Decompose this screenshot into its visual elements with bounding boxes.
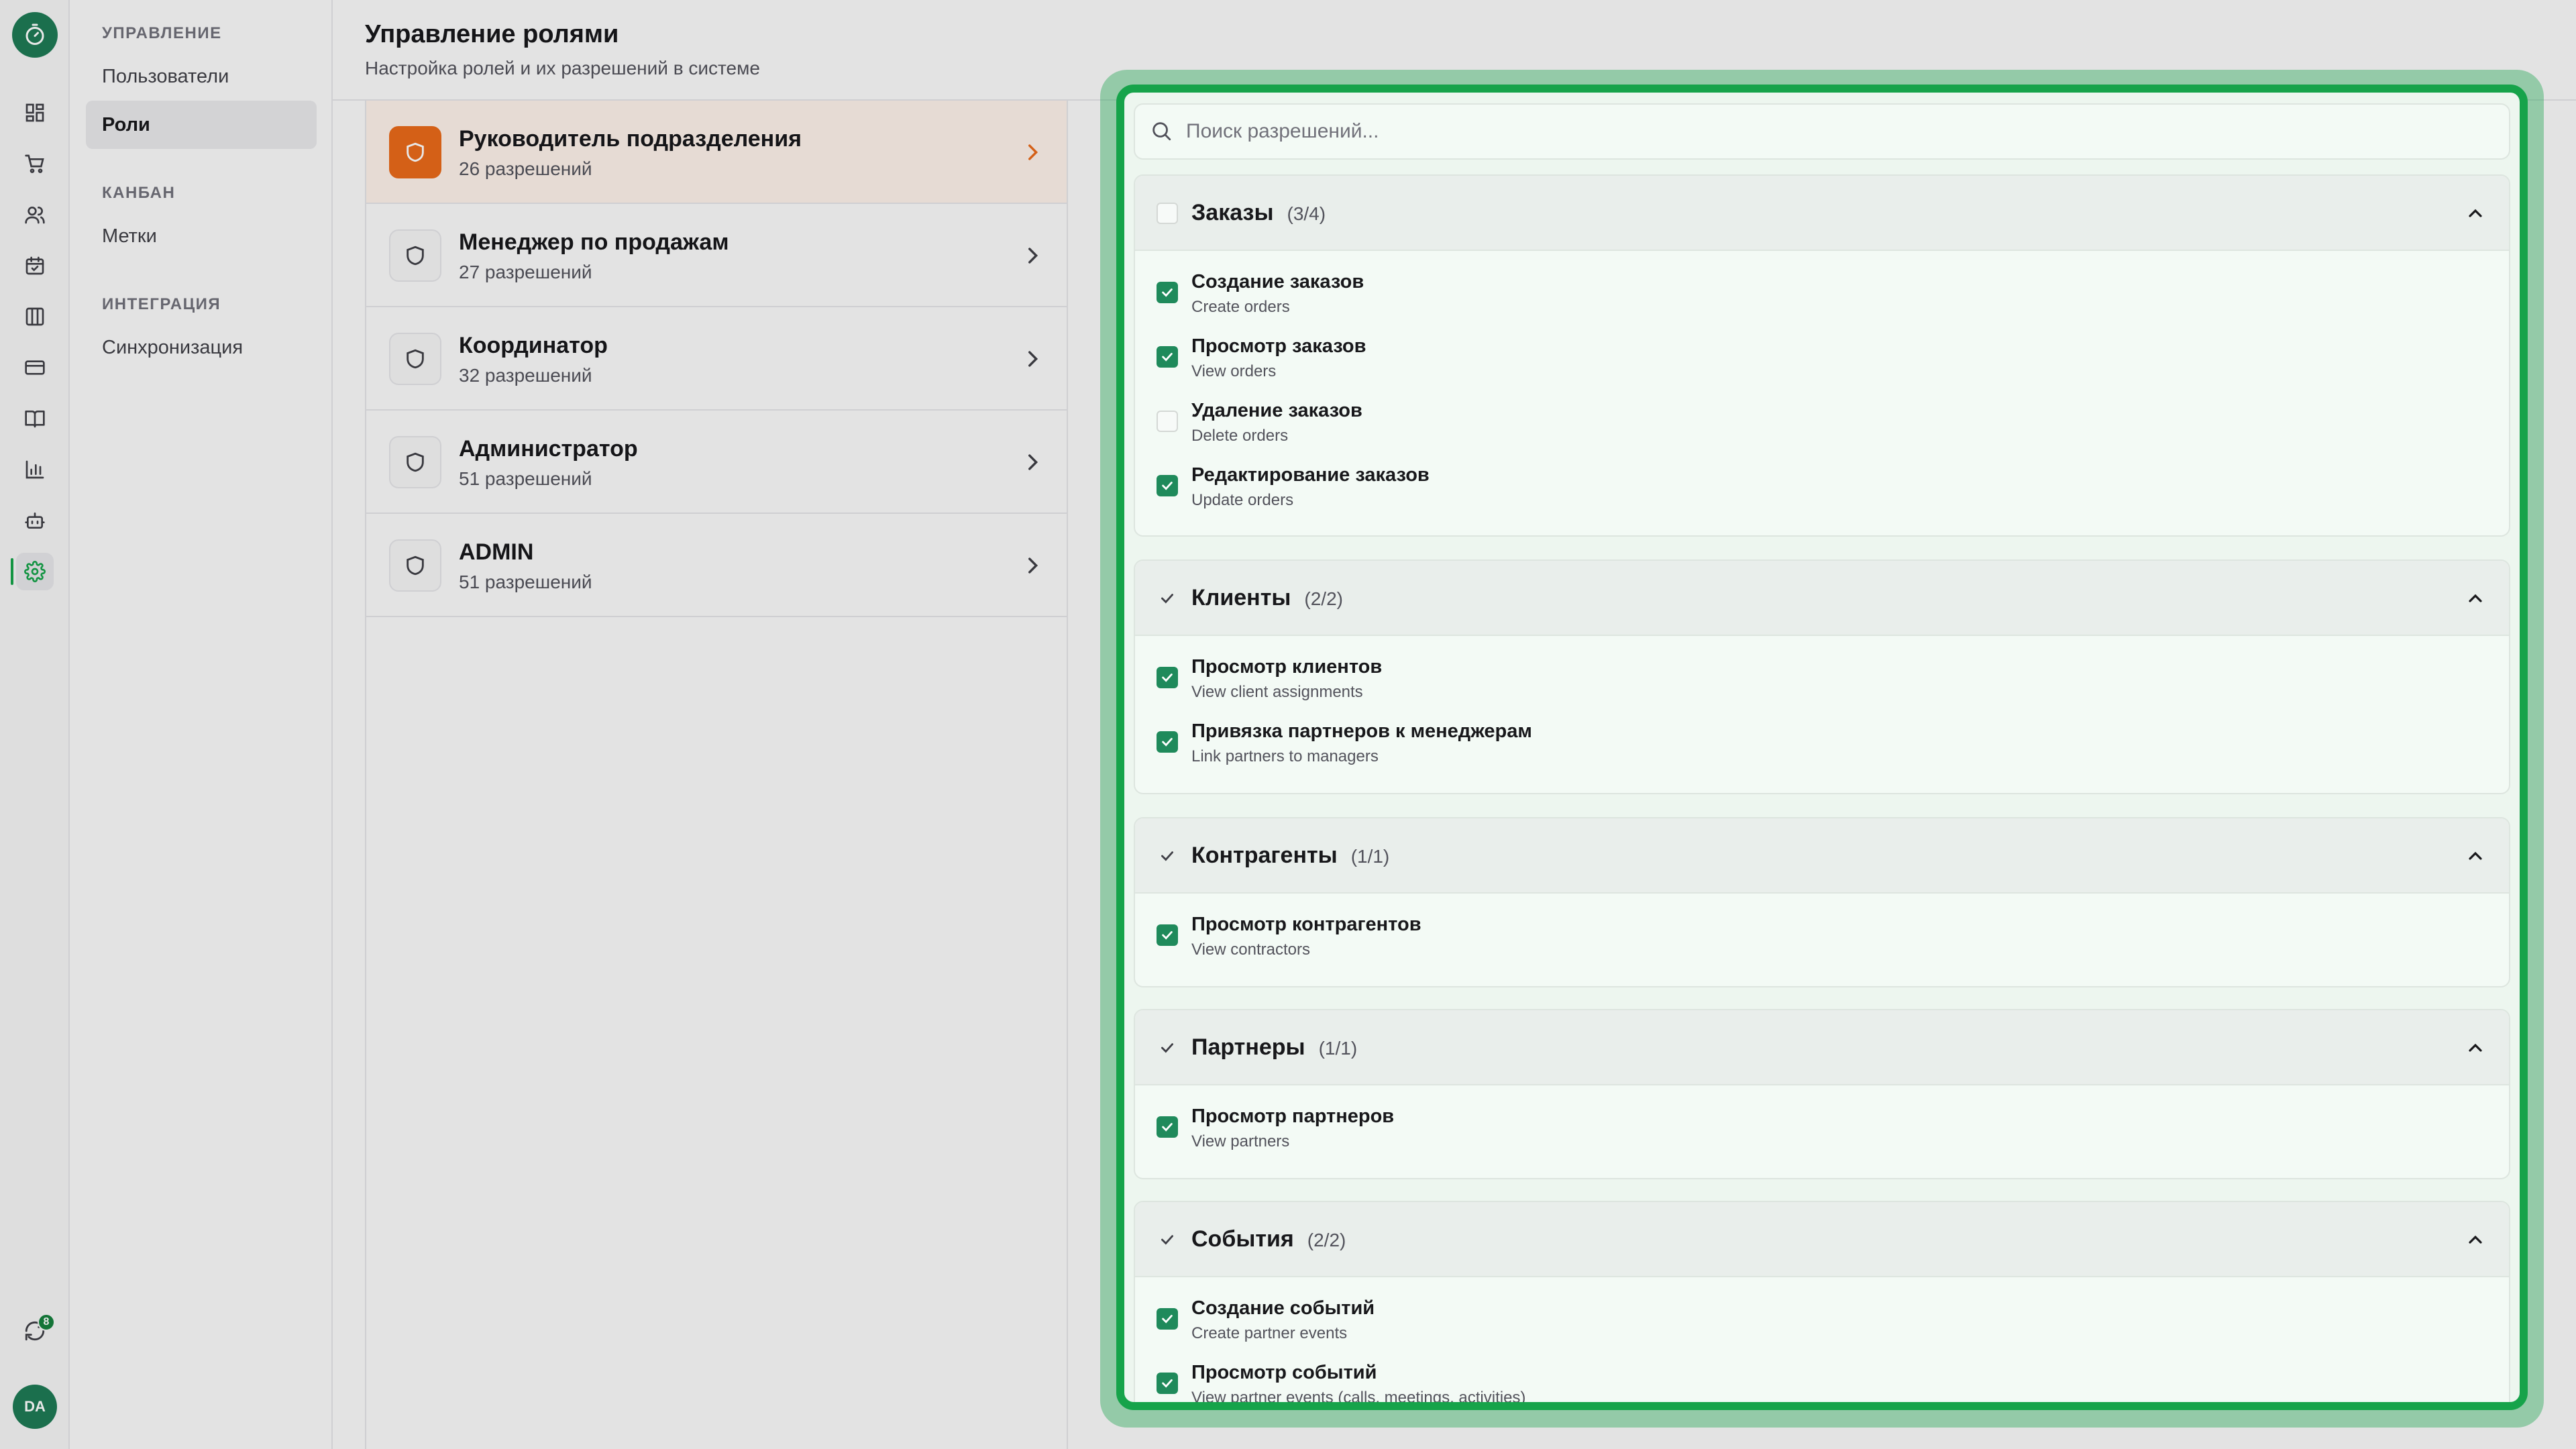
check-icon xyxy=(1162,738,1173,747)
permission-name: Просмотр событий xyxy=(1191,1362,1377,1383)
search-input[interactable] xyxy=(1186,105,2501,158)
permission-group: Партнеры (1/1) Просмотр партнеров View pa… xyxy=(1134,1009,2510,1179)
permission-item: Создание событий Create partner events xyxy=(1135,1291,2509,1351)
check-icon xyxy=(1161,1235,1173,1245)
permission-name: Привязка партнеров к менеджерам xyxy=(1191,720,1532,742)
check-icon xyxy=(1162,353,1173,362)
permission-item: Просмотр клиентов View client assignment… xyxy=(1135,649,2509,710)
group-count: (3/4) xyxy=(1287,203,1326,224)
permission-name: Просмотр заказов xyxy=(1191,335,1366,357)
group-count: (2/2) xyxy=(1304,588,1343,609)
check-icon xyxy=(1162,1123,1173,1132)
permission-description: View client assignments xyxy=(1191,683,1363,701)
chevron-up-icon[interactable] xyxy=(2465,1037,2486,1059)
check-icon xyxy=(1161,594,1173,604)
permission-checkbox[interactable] xyxy=(1157,282,1178,303)
check-icon xyxy=(1162,1379,1173,1388)
group-checkbox[interactable] xyxy=(1157,203,1178,224)
permission-description: View partner events (calls, meetings, ac… xyxy=(1191,1389,1526,1407)
permission-name: Просмотр клиентов xyxy=(1191,656,1383,678)
check-icon xyxy=(1161,851,1173,861)
group-header[interactable]: Контрагенты (1/1) xyxy=(1135,818,2509,894)
permission-checkbox[interactable] xyxy=(1157,475,1178,496)
permission-item: Создание заказов Create orders xyxy=(1135,264,2509,325)
permission-description: View orders xyxy=(1191,362,1277,380)
permission-checkbox[interactable] xyxy=(1157,1116,1178,1138)
permission-item: Привязка партнеров к менеджерам Link par… xyxy=(1135,714,2509,774)
permission-checkbox[interactable] xyxy=(1157,731,1178,753)
group-checkbox[interactable] xyxy=(1157,1229,1178,1250)
check-icon xyxy=(1162,931,1173,940)
group-count: (2/2) xyxy=(1307,1230,1346,1250)
permission-group: Клиенты (2/2) Просмотр клиентов View clie… xyxy=(1134,559,2510,794)
permissions-panel: Заказы(3/4) Создание заказов Create orde… xyxy=(1116,85,2528,1410)
permission-group: События (2/2) Создание событий Create par… xyxy=(1134,1201,2510,1407)
permission-search xyxy=(1134,103,2510,160)
permission-description: View contractors xyxy=(1191,941,1310,959)
chevron-up-icon[interactable] xyxy=(2465,203,2486,224)
group-header[interactable]: Клиенты (2/2) xyxy=(1135,561,2509,636)
permission-group: Контрагенты (1/1) Просмотр контрагентов V… xyxy=(1134,817,2510,987)
permission-name: Просмотр контрагентов xyxy=(1191,914,1421,935)
permission-item: Просмотр событий View partner events (ca… xyxy=(1135,1355,2509,1407)
permission-group: Заказы (3/4) Создание заказов Create orde… xyxy=(1134,174,2510,537)
permission-checkbox[interactable] xyxy=(1157,346,1178,368)
chevron-up-icon[interactable] xyxy=(2465,845,2486,867)
group-title: Партнеры (1/1) xyxy=(1191,1034,1358,1060)
permission-name: Создание событий xyxy=(1191,1297,1375,1319)
group-title: Заказы (3/4) xyxy=(1191,200,1326,225)
chevron-up-icon[interactable] xyxy=(2465,588,2486,609)
group-checkbox[interactable] xyxy=(1157,588,1178,609)
search-icon xyxy=(1152,122,1171,141)
permission-checkbox[interactable] xyxy=(1157,411,1178,432)
permission-item: Редактирование заказов Update orders xyxy=(1135,458,2509,518)
permission-description: Delete orders xyxy=(1191,427,1289,445)
permission-name: Просмотр партнеров xyxy=(1191,1106,1395,1127)
group-title: События (2/2) xyxy=(1191,1226,1346,1252)
permission-checkbox[interactable] xyxy=(1157,1308,1178,1330)
chevron-up-icon[interactable] xyxy=(2465,1229,2486,1250)
group-title: Клиенты (2/2) xyxy=(1191,585,1343,610)
permission-checkbox[interactable] xyxy=(1157,924,1178,946)
permission-checkbox[interactable] xyxy=(1157,1373,1178,1394)
permission-name: Удаление заказов xyxy=(1191,400,1362,421)
permission-description: Create partner events xyxy=(1191,1324,1348,1342)
check-icon xyxy=(1162,288,1173,297)
group-count: (1/1) xyxy=(1318,1038,1358,1059)
permission-item: Просмотр партнеров View partners xyxy=(1135,1099,2509,1159)
check-icon xyxy=(1161,1043,1173,1053)
permission-item: Просмотр контрагентов View contractors xyxy=(1135,907,2509,967)
permission-description: Update orders xyxy=(1191,491,1294,509)
group-header[interactable]: Заказы (3/4) xyxy=(1135,176,2509,251)
group-count: (1/1) xyxy=(1350,846,1390,867)
group-header[interactable]: Партнеры (1/1) xyxy=(1135,1010,2509,1085)
permission-description: Create orders xyxy=(1191,298,1290,316)
permission-name: Редактирование заказов xyxy=(1191,464,1430,486)
group-title: Контрагенты (1/1) xyxy=(1191,843,1390,868)
permission-item: Удаление заказов Delete orders xyxy=(1135,393,2509,453)
group-checkbox[interactable] xyxy=(1157,845,1178,867)
check-icon xyxy=(1162,1315,1173,1324)
permission-name: Создание заказов xyxy=(1191,271,1364,292)
permission-checkbox[interactable] xyxy=(1157,667,1178,688)
permission-description: Link partners to managers xyxy=(1191,747,1379,765)
permission-item: Просмотр заказов View orders xyxy=(1135,329,2509,389)
group-checkbox[interactable] xyxy=(1157,1037,1178,1059)
group-header[interactable]: События (2/2) xyxy=(1135,1202,2509,1277)
permission-description: View partners xyxy=(1191,1132,1290,1150)
check-icon xyxy=(1162,482,1173,490)
check-icon xyxy=(1162,674,1173,682)
